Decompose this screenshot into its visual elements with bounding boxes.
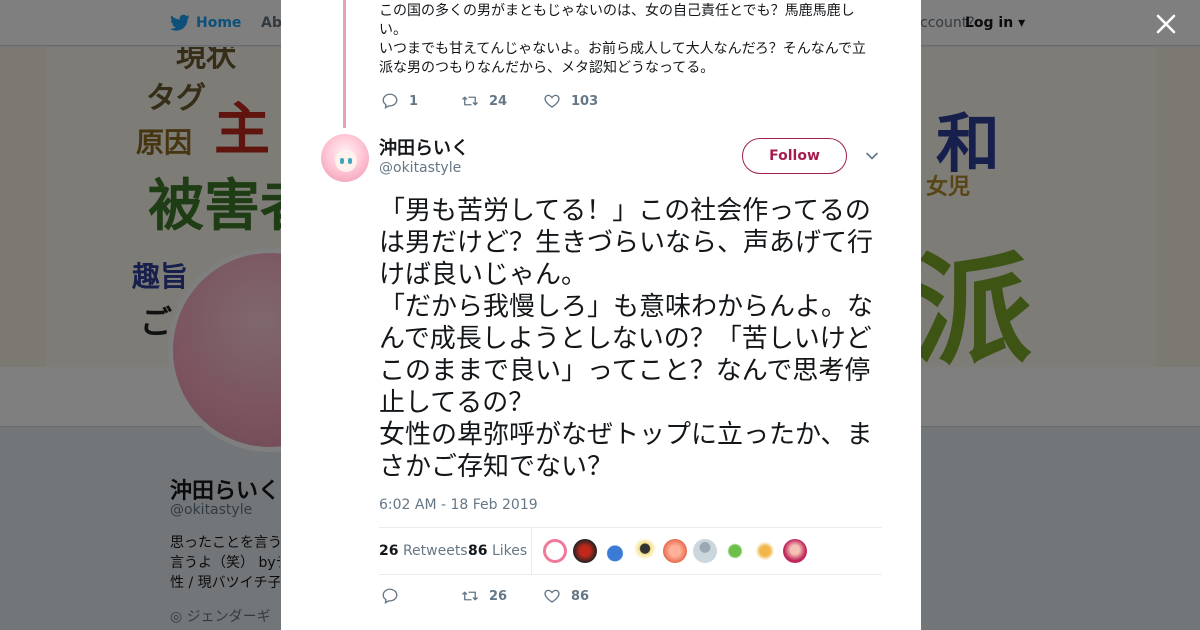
liker-avatar[interactable]: [573, 539, 597, 563]
reply-button[interactable]: [381, 587, 461, 605]
retweets-stat-label: Retweets: [402, 543, 468, 559]
tweet-actions: 26 86: [381, 587, 589, 605]
author-handle[interactable]: @okitastyle: [379, 160, 461, 176]
close-icon[interactable]: [1152, 10, 1180, 38]
author-avatar[interactable]: [321, 134, 369, 182]
tweet-modal: この国の多くの男がまともじゃないのは、女の自己責任とでも？馬鹿馬鹿しい。 いつま…: [281, 0, 921, 630]
reply-count: 1: [409, 93, 419, 109]
liker-avatar[interactable]: [543, 539, 567, 563]
reply-icon: [382, 588, 398, 605]
liker-avatar[interactable]: [723, 539, 747, 563]
like-button[interactable]: 103: [543, 92, 598, 110]
retweet-icon: [462, 591, 478, 601]
previous-tweet-actions: 1 24 103: [381, 92, 598, 110]
chevron-down-icon[interactable]: [865, 149, 879, 163]
author-name[interactable]: 沖田らいく: [379, 134, 469, 160]
reply-icon: [382, 93, 398, 110]
stats-divider: [531, 528, 532, 575]
thread-connector-line: [343, 0, 346, 128]
liker-avatar[interactable]: [783, 539, 807, 563]
avatar-face: [335, 150, 357, 172]
previous-tweet-text: この国の多くの男がまともじゃないのは、女の自己責任とでも？馬鹿馬鹿しい。 いつま…: [379, 3, 867, 76]
like-icon: [544, 94, 560, 108]
liker-avatar[interactable]: [633, 539, 657, 563]
retweet-button[interactable]: 24: [461, 92, 543, 110]
like-count: 86: [571, 588, 590, 604]
retweets-stat-count: 26: [379, 543, 399, 559]
liker-avatar[interactable]: [753, 539, 777, 563]
liker-avatar[interactable]: [663, 539, 687, 563]
tweet-timestamp[interactable]: 6:02 AM - 18 Feb 2019: [379, 497, 538, 513]
likes-stat[interactable]: 86 Likes: [468, 543, 527, 559]
retweet-icon: [462, 96, 478, 106]
like-count: 103: [571, 93, 599, 109]
like-icon: [544, 589, 560, 603]
tweet-text: 「男も苦労してる！」この社会作ってるのは男だけど？生きづらいなら、声あげて行けば…: [379, 196, 874, 482]
avatar-eye: [340, 158, 344, 164]
tweet-stats: 26 Retweets 86 Likes: [379, 527, 882, 575]
retweets-stat[interactable]: 26 Retweets: [379, 543, 468, 559]
liker-avatars: [543, 539, 807, 563]
liker-avatar[interactable]: [603, 539, 627, 563]
likes-stat-count: 86: [468, 543, 488, 559]
retweet-count: 26: [489, 588, 508, 604]
reply-button[interactable]: 1: [381, 92, 461, 110]
retweet-count: 24: [489, 93, 508, 109]
retweet-button[interactable]: 26: [461, 587, 543, 605]
follow-button[interactable]: Follow: [742, 138, 847, 174]
like-button[interactable]: 86: [543, 587, 589, 605]
liker-avatar[interactable]: [693, 539, 717, 563]
likes-stat-label: Likes: [491, 543, 528, 559]
avatar-eye: [348, 158, 352, 164]
